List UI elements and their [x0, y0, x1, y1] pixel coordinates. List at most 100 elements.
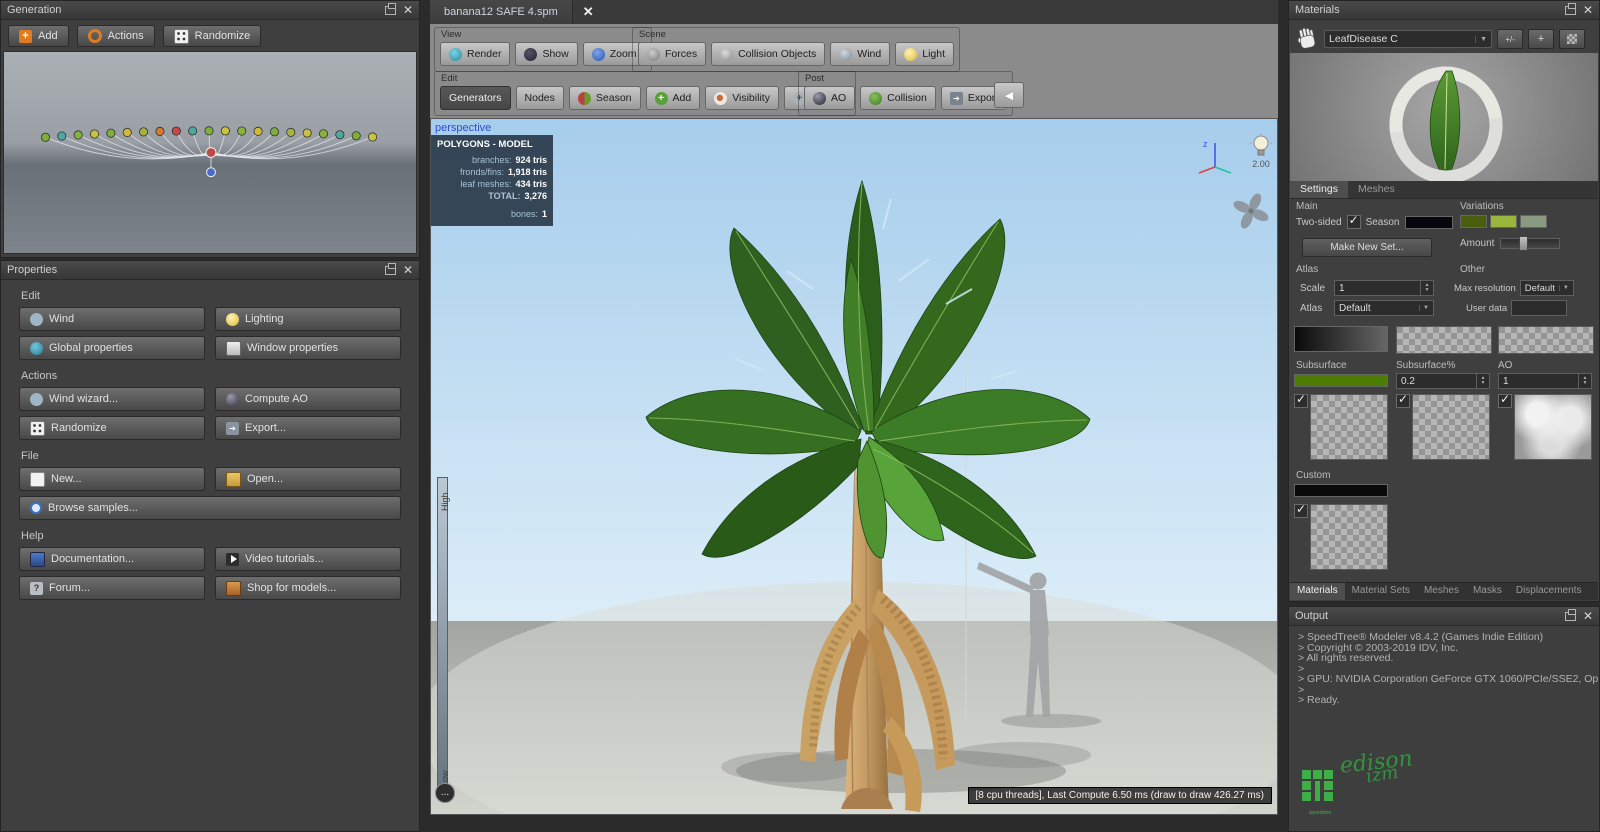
close-icon[interactable]: ✕	[1583, 610, 1593, 622]
randomize-button[interactable]: Randomize	[162, 25, 262, 47]
wind-button[interactable]: Wind	[19, 307, 205, 331]
close-icon[interactable]: ✕	[403, 264, 413, 276]
tab-meshes[interactable]: Meshes	[1417, 583, 1466, 600]
generation-node[interactable]	[318, 129, 329, 139]
nodes-toggle[interactable]: Nodes	[515, 86, 564, 110]
window-properties-button[interactable]: Window properties	[215, 336, 401, 360]
atlas-dropdown[interactable]: Default ▼	[1334, 300, 1434, 316]
back-arrow-button[interactable]	[994, 82, 1024, 108]
spinner-arrows-icon[interactable]: ▲ ▼	[1420, 281, 1433, 295]
ao-map-thumbnail[interactable]	[1514, 394, 1592, 460]
generation-node[interactable]	[204, 126, 214, 136]
material-select-dropdown[interactable]: LeafDisease C ▼	[1324, 30, 1492, 48]
variation-swatch[interactable]	[1520, 215, 1547, 228]
hand-tool-icon[interactable]	[1293, 26, 1319, 52]
shop-for-models-button[interactable]: Shop for models...	[215, 576, 401, 600]
ao-enable-checkbox[interactable]	[1498, 392, 1512, 408]
custom-map-thumbnail[interactable]	[1310, 504, 1388, 570]
compute-ao-button[interactable]: Compute AO	[215, 387, 401, 411]
slider-thumb[interactable]	[1519, 236, 1529, 251]
tab-materials[interactable]: Materials	[1290, 583, 1345, 600]
add-generator-button[interactable]: Add	[8, 25, 69, 47]
float-panel-icon[interactable]	[384, 262, 396, 275]
video-tutorials-button[interactable]: Video tutorials...	[215, 547, 401, 571]
generation-node[interactable]	[286, 127, 296, 137]
viewport-3d[interactable]: perspective POLYGONS - MODEL branches: 92…	[430, 118, 1278, 815]
viewport-menu-button[interactable]: ...	[435, 783, 455, 803]
custom-enable-checkbox[interactable]	[1294, 502, 1308, 518]
randomize-button[interactable]: Randomize	[19, 416, 205, 440]
global-properties-button[interactable]: Global properties	[19, 336, 205, 360]
generation-node[interactable]	[57, 131, 67, 141]
wind-button[interactable]: Wind	[830, 42, 891, 66]
tab-displacements[interactable]: Displacements	[1509, 583, 1589, 600]
browse-samples-button[interactable]: Browse samples...	[19, 496, 401, 520]
subsurface-color-swatch[interactable]	[1294, 374, 1388, 387]
generation-node[interactable]	[40, 132, 50, 142]
texture-thumbnail[interactable]	[1396, 326, 1492, 354]
generation-node[interactable]	[206, 167, 216, 178]
generation-node[interactable]	[122, 127, 132, 138]
generators-toggle[interactable]: Generators	[440, 86, 511, 110]
show-button[interactable]: Show	[515, 42, 578, 66]
subsurface-map-thumbnail[interactable]	[1310, 394, 1388, 460]
generation-node[interactable]	[368, 132, 378, 142]
tab-settings[interactable]: Settings	[1290, 181, 1348, 198]
detail-slider[interactable]	[437, 477, 448, 793]
open-file-button[interactable]: Open...	[215, 467, 401, 491]
generation-node[interactable]	[73, 130, 83, 140]
add-button[interactable]: Add	[645, 86, 701, 110]
documentation-button[interactable]: Documentation...	[19, 547, 205, 571]
actions-button[interactable]: Actions	[76, 25, 155, 47]
generation-node[interactable]	[205, 147, 217, 158]
subsurface-pct-enable-checkbox[interactable]	[1396, 392, 1410, 408]
float-panel-icon[interactable]	[384, 2, 396, 15]
generation-node[interactable]	[188, 126, 198, 136]
add-material-button[interactable]: +	[1528, 29, 1554, 49]
viewport-mode-label[interactable]: perspective	[435, 122, 491, 134]
subsurface-enable-checkbox[interactable]	[1294, 392, 1308, 408]
generation-node[interactable]	[351, 131, 361, 141]
generation-node[interactable]	[302, 128, 312, 138]
output-console[interactable]: > SpeedTree® Modeler v8.4.2 (Games Indie…	[1290, 626, 1598, 830]
subsurface-pct-spinner[interactable]: 0.2 ▲ ▼	[1396, 373, 1490, 389]
amount-slider[interactable]	[1500, 236, 1561, 251]
spinner-arrows-icon[interactable]: ▲ ▼	[1578, 374, 1591, 388]
generation-node[interactable]	[220, 126, 230, 136]
generation-node-graph[interactable]	[3, 51, 417, 254]
material-preview[interactable]	[1290, 53, 1598, 184]
node-graph-canvas[interactable]	[4, 52, 416, 253]
new-file-button[interactable]: New...	[19, 467, 205, 491]
ao-button[interactable]: AO	[804, 86, 856, 110]
season-button[interactable]: Season	[568, 86, 641, 110]
material-plusminus-button[interactable]: +/-	[1497, 29, 1523, 49]
make-new-set-button[interactable]: Make New Set...	[1302, 238, 1432, 257]
forces-button[interactable]: Forces	[638, 42, 707, 66]
light-widget[interactable]: 2.00	[1243, 133, 1277, 181]
generation-node[interactable]	[269, 127, 279, 137]
generation-node[interactable]	[139, 127, 149, 137]
generation-node[interactable]	[89, 129, 100, 139]
collision-objects-button[interactable]: Collision Objects	[711, 42, 826, 66]
texture-thumbnail[interactable]	[1498, 326, 1594, 354]
spinner-arrows-icon[interactable]: ▲ ▼	[1476, 374, 1489, 388]
scale-spinner[interactable]: 1 ▲ ▼	[1334, 280, 1434, 296]
forum-button[interactable]: Forum...	[19, 576, 205, 600]
generation-node[interactable]	[106, 128, 116, 138]
ao-spinner[interactable]: 1 ▲ ▼	[1498, 373, 1592, 389]
document-tab[interactable]: banana12 SAFE 4.spm	[430, 0, 573, 24]
float-panel-icon[interactable]	[1564, 608, 1576, 621]
texture-thumbnail[interactable]	[1294, 326, 1388, 352]
generation-node[interactable]	[237, 126, 247, 136]
wind-fan-widget[interactable]	[1231, 191, 1271, 231]
export-button[interactable]: Export...	[215, 416, 401, 440]
material-palette-button[interactable]	[1559, 29, 1585, 49]
tab-material-sets[interactable]: Material Sets	[1345, 583, 1417, 600]
generation-node[interactable]	[171, 126, 181, 136]
user-data-input[interactable]	[1511, 300, 1568, 316]
max-resolution-dropdown[interactable]: Default ▼	[1519, 280, 1574, 296]
tab-close-icon[interactable]: ✕	[583, 4, 594, 20]
variation-swatch[interactable]	[1460, 215, 1487, 228]
tab-meshes[interactable]: Meshes	[1348, 181, 1405, 198]
wind-wizard-button[interactable]: Wind wizard...	[19, 387, 205, 411]
